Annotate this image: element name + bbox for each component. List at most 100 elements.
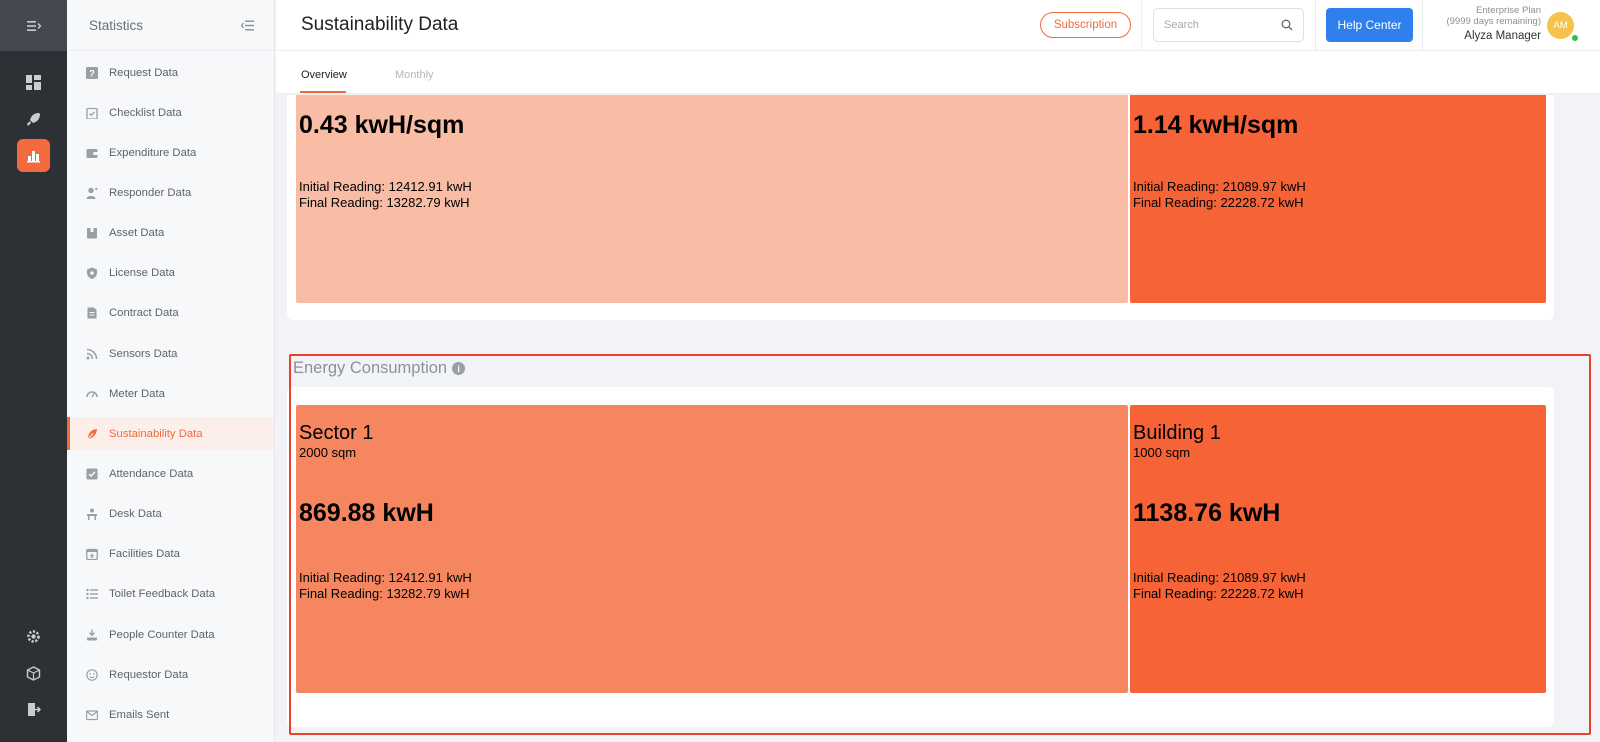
tile-name: Building 1 xyxy=(1133,422,1221,444)
sidebar-item-label: Expenditure Data xyxy=(109,146,197,159)
sidebar-item-requestor-data[interactable]: Requestor Data xyxy=(67,658,274,691)
sidebar-item-toilet-feedback-data[interactable]: Toilet Feedback Data xyxy=(67,578,274,611)
sidebar-item-label: Toilet Feedback Data xyxy=(109,588,216,601)
sidebar-item-contract-data[interactable]: Contract Data xyxy=(67,297,274,330)
sidebar-item-sensors-data[interactable]: Sensors Data xyxy=(67,337,274,370)
tile-area: 2000 sqm xyxy=(299,445,357,460)
tile-final-reading: Final Reading: 13282.79 kwH xyxy=(299,586,470,601)
search-icon[interactable] xyxy=(1281,19,1293,31)
tile-final-reading: Final Reading: 22228.72 kwH xyxy=(1133,195,1304,210)
sidebar-item-label: Contract Data xyxy=(109,307,179,320)
sidebar-item-attendance-data[interactable]: Attendance Data xyxy=(67,458,274,491)
collapse-sidebar-icon[interactable] xyxy=(241,20,254,31)
tile-value: 1138.76 kwH xyxy=(1133,499,1281,527)
search-box[interactable] xyxy=(1153,8,1304,42)
sidebar-item-meter-data[interactable]: Meter Data xyxy=(67,377,274,410)
sidebar-item-sustainability-data[interactable]: Sustainability Data xyxy=(67,417,274,451)
intensity-tile-building[interactable]: 1.14 kwH/sqm Initial Reading: 21089.97 k… xyxy=(1130,95,1546,303)
svg-text:?: ? xyxy=(89,68,95,78)
tile-initial-reading: Initial Reading: 21089.97 kwH xyxy=(1133,570,1306,585)
list-icon xyxy=(86,588,98,600)
rocket-icon[interactable] xyxy=(17,103,50,136)
clipboard-check-icon xyxy=(86,107,98,119)
mail-icon xyxy=(86,709,98,721)
sidebar-item-label: Checklist Data xyxy=(109,106,182,119)
energy-consumption-title: Energy Consumption xyxy=(293,359,448,377)
sidebar-item-label: Sensors Data xyxy=(109,347,178,360)
tile-name: Sector 1 xyxy=(299,422,374,444)
app-rail xyxy=(0,0,67,742)
sidebar-item-label: People Counter Data xyxy=(109,628,215,641)
header-divider xyxy=(1422,0,1423,51)
people-download-icon xyxy=(86,629,98,641)
section-title: Energy Consumption i xyxy=(293,359,466,378)
plan-remaining: (9999 days remaining) xyxy=(1446,16,1541,28)
intensity-tile-sector[interactable]: 0.43 kwH/sqm Initial Reading: 12412.91 k… xyxy=(296,95,1128,303)
info-icon[interactable]: i xyxy=(452,362,466,375)
sidebar-item-label: Facilities Data xyxy=(109,548,180,561)
sidebar-item-label: Sustainability Data xyxy=(109,427,203,440)
tab-monthly[interactable]: Monthly xyxy=(395,69,434,81)
help-center-button[interactable]: Help Center xyxy=(1326,8,1413,42)
tile-area: 1000 sqm xyxy=(1133,445,1191,460)
sidebar-item-label: Requestor Data xyxy=(109,668,189,681)
sidebar-item-label: Desk Data xyxy=(109,508,162,521)
sidebar-item-emails-sent[interactable]: Emails Sent xyxy=(67,698,274,731)
tile-value: 1.14 kwH/sqm xyxy=(1133,111,1299,139)
sidebar-item-facilities-data[interactable]: Facilities Data xyxy=(67,538,274,571)
question-box-icon: ? xyxy=(86,66,98,79)
person-icon xyxy=(86,187,98,199)
package-icon[interactable] xyxy=(17,657,50,690)
desk-icon xyxy=(86,508,98,521)
page-title: Sustainability Data xyxy=(301,14,459,35)
statistics-sidebar: Statistics ? Request Data Checklist Data Ex… xyxy=(67,0,275,742)
header-divider xyxy=(1315,0,1316,51)
online-status-dot xyxy=(1571,34,1579,42)
tab-overview[interactable]: Overview xyxy=(301,69,347,81)
dashboard-icon[interactable] xyxy=(17,66,50,99)
tile-initial-reading: Initial Reading: 12412.91 kwH xyxy=(299,179,472,194)
subscription-button[interactable]: Subscription xyxy=(1040,12,1131,38)
sidebar-item-label: Meter Data xyxy=(109,387,165,400)
avatar[interactable]: AM xyxy=(1547,12,1574,39)
top-header: Sustainability Data Subscription Help Ce… xyxy=(276,0,1600,51)
rss-icon xyxy=(86,348,98,360)
sidebar-item-label: Responder Data xyxy=(109,186,192,199)
sidebar-item-asset-data[interactable]: Asset Data xyxy=(67,217,274,250)
sidebar-item-label: Emails Sent xyxy=(109,708,170,721)
main-content: 0.43 kwH/sqm Initial Reading: 12412.91 k… xyxy=(276,95,1600,742)
sidebar-item-responder-data[interactable]: Responder Data xyxy=(67,176,274,209)
statistics-icon[interactable] xyxy=(17,139,50,172)
active-tab-indicator xyxy=(300,91,346,93)
header-divider xyxy=(1141,0,1142,51)
gauge-icon xyxy=(86,388,98,400)
sidebar-item-label: License Data xyxy=(109,267,175,280)
leaf-icon xyxy=(86,428,98,440)
shield-icon xyxy=(86,267,98,280)
search-input[interactable] xyxy=(1164,19,1264,31)
tile-value: 0.43 kwH/sqm xyxy=(299,111,465,139)
sidebar-item-license-data[interactable]: License Data xyxy=(67,257,274,290)
sidebar-item-request-data[interactable]: ? Request Data xyxy=(67,56,274,89)
sidebar-item-checklist-data[interactable]: Checklist Data xyxy=(67,96,274,129)
sidebar-item-desk-data[interactable]: Desk Data xyxy=(67,498,274,531)
logout-icon[interactable] xyxy=(17,693,50,726)
cube-box-icon xyxy=(86,227,98,239)
intensity-card: 0.43 kwH/sqm Initial Reading: 12412.91 k… xyxy=(287,95,1554,320)
energy-tile-building[interactable]: Building 1 1000 sqm 1138.76 kwH Initial … xyxy=(1130,405,1546,693)
tile-initial-reading: Initial Reading: 21089.97 kwH xyxy=(1133,179,1306,194)
sidebar-item-label: Asset Data xyxy=(109,227,165,240)
document-icon xyxy=(86,307,98,319)
user-name[interactable]: Alyza Manager xyxy=(1446,30,1541,44)
sidebar-item-expenditure-data[interactable]: Expenditure Data xyxy=(67,136,274,169)
plan-info: Enterprise Plan (9999 days remaining) Al… xyxy=(1446,5,1541,44)
calendar-plus-icon xyxy=(86,548,98,561)
sidebar-item-people-counter-data[interactable]: People Counter Data xyxy=(67,618,274,651)
sidebar-title: Statistics xyxy=(89,17,144,33)
tile-final-reading: Final Reading: 22228.72 kwH xyxy=(1133,586,1304,601)
rail-toggle-button[interactable] xyxy=(0,0,67,51)
plan-name: Enterprise Plan xyxy=(1476,5,1541,16)
energy-card: Sector 1 2000 sqm 869.88 kwH Initial Rea… xyxy=(287,387,1554,727)
energy-tile-sector[interactable]: Sector 1 2000 sqm 869.88 kwH Initial Rea… xyxy=(296,405,1128,693)
gear-icon[interactable] xyxy=(17,620,50,653)
